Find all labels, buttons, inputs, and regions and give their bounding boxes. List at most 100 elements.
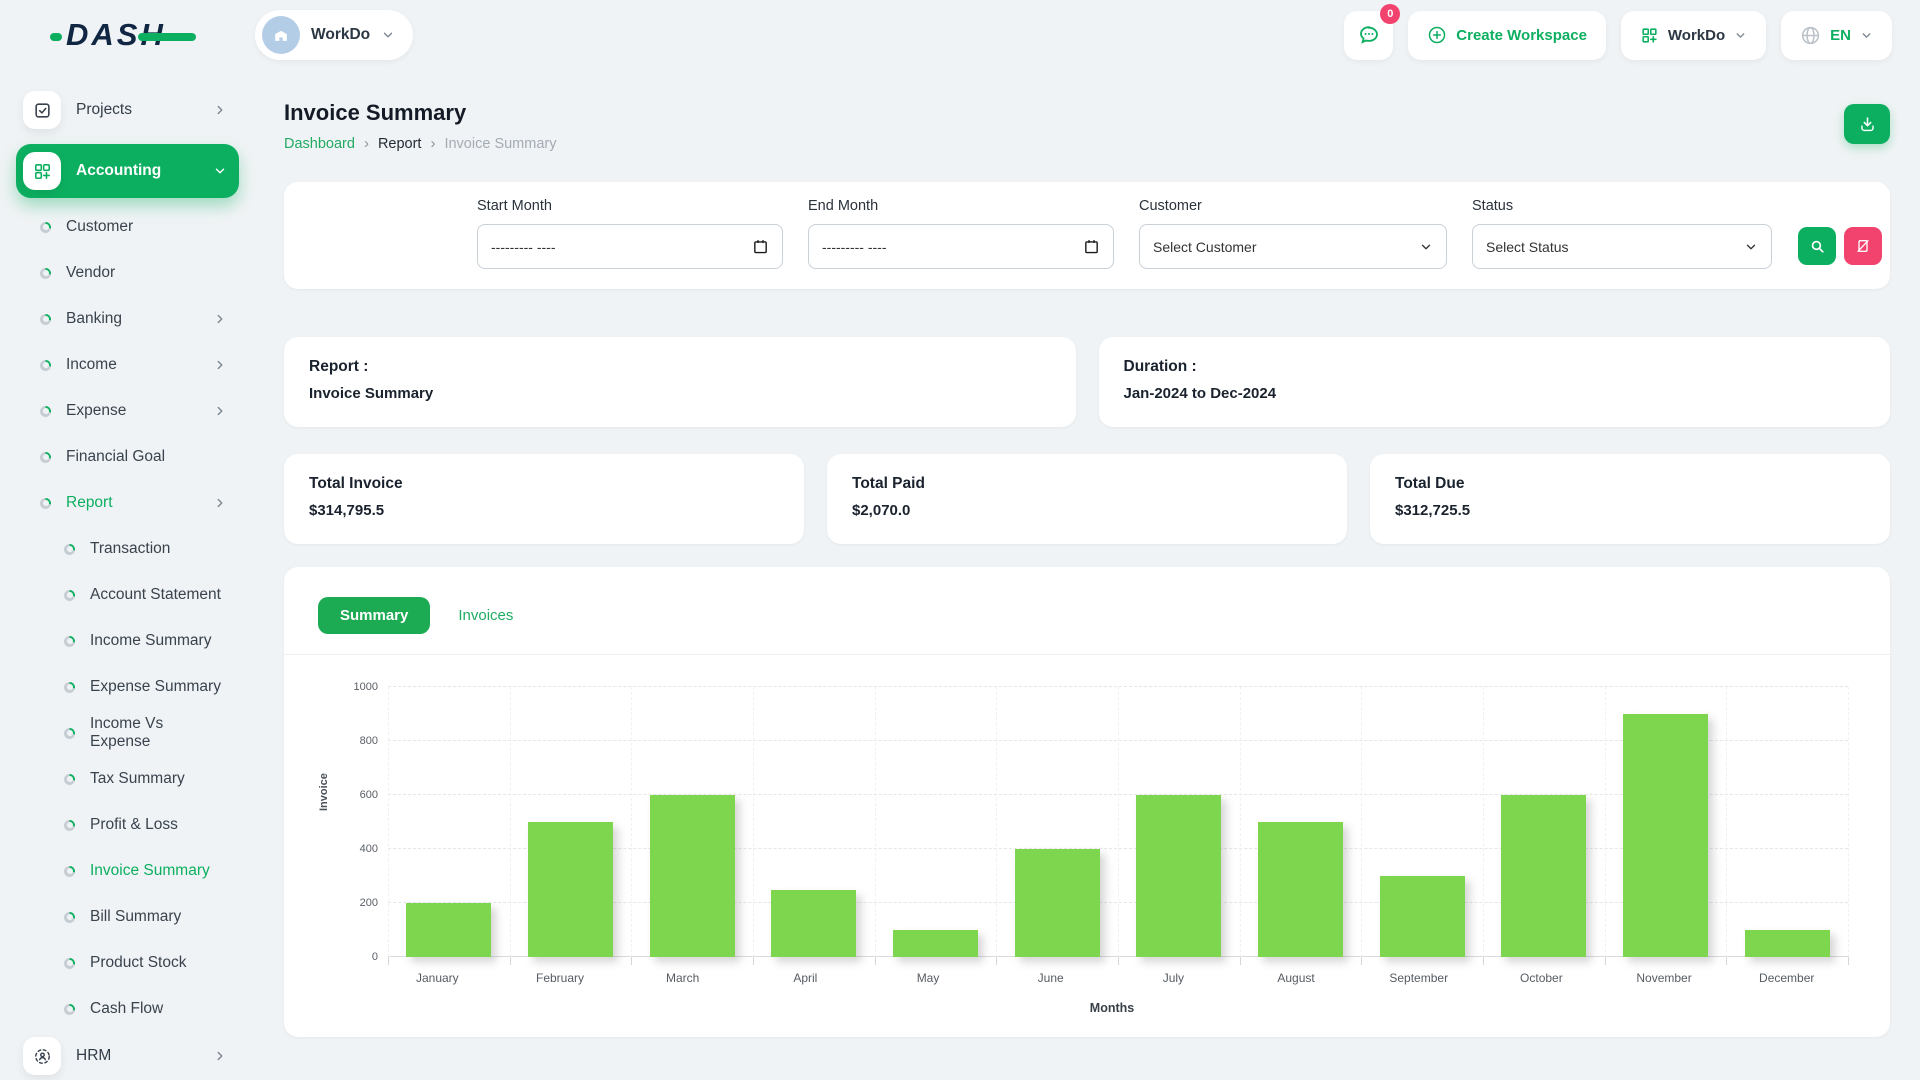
- workdo-menu-label: WorkDo: [1668, 27, 1725, 44]
- reset-filter-button[interactable]: [1844, 227, 1882, 265]
- bullet-icon: [64, 1004, 75, 1015]
- x-tick-mark: [996, 957, 997, 965]
- x-category-label: February: [499, 971, 622, 985]
- status-select[interactable]: Select Status: [1472, 224, 1772, 269]
- sidebar-item-hrm[interactable]: HRM: [16, 1032, 239, 1080]
- apply-filter-button[interactable]: [1798, 227, 1836, 265]
- messages-badge: 0: [1380, 4, 1400, 24]
- sidebar-item-accounting[interactable]: Accounting: [16, 144, 239, 198]
- sidebar-item-label: Banking: [66, 310, 122, 328]
- sidebar-item-label: Customer: [66, 218, 133, 236]
- total-card-value: $2,070.0: [852, 502, 1322, 519]
- total-card-label: Total Due: [1395, 475, 1865, 493]
- sidebar-item-bill-summary[interactable]: Bill Summary: [16, 894, 239, 940]
- sidebar-item-income[interactable]: Income: [16, 342, 239, 388]
- report-card: Report : Invoice Summary: [284, 337, 1076, 427]
- sidebar-nav[interactable]: Projects Accounting Customer Vendor Banking I…: [0, 70, 255, 1080]
- sidebar-item-banking[interactable]: Banking: [16, 296, 239, 342]
- main-content: Invoice Summary Dashboard›Report›Invoice…: [255, 70, 1920, 1080]
- workdo-menu-button[interactable]: WorkDo: [1621, 11, 1766, 60]
- sidebar-item-cash-flow[interactable]: Cash Flow: [16, 986, 239, 1032]
- x-tick-mark: [1361, 957, 1362, 965]
- start-month-field: Start Month --------- ----: [477, 198, 783, 269]
- hrm-icon: [23, 1037, 61, 1075]
- sidebar-item-projects[interactable]: Projects: [16, 86, 239, 134]
- total-card-value: $312,725.5: [1395, 502, 1865, 519]
- page-head-left: Invoice Summary Dashboard›Report›Invoice…: [284, 100, 556, 152]
- create-workspace-button[interactable]: Create Workspace: [1408, 11, 1606, 60]
- bar-may: [893, 930, 978, 957]
- customer-select[interactable]: Select Customer: [1139, 224, 1447, 269]
- x-tick-mark: [1483, 957, 1484, 965]
- sidebar-item-expense[interactable]: Expense: [16, 388, 239, 434]
- grid-icon: [1640, 26, 1659, 45]
- calendar-icon[interactable]: [752, 238, 769, 255]
- x-tick-mark: [1605, 957, 1606, 965]
- chevron-right-icon: [213, 1049, 227, 1063]
- sidebar-item-invoice-summary[interactable]: Invoice Summary: [16, 848, 239, 894]
- tab-invoices[interactable]: Invoices: [452, 597, 519, 634]
- total-card-label: Total Paid: [852, 475, 1322, 493]
- sidebar-item-product-stock[interactable]: Product Stock: [16, 940, 239, 986]
- bullet-icon: [64, 820, 75, 831]
- workspace-avatar: [262, 16, 300, 54]
- end-month-value: --------- ----: [822, 239, 887, 255]
- start-month-label: Start Month: [477, 198, 783, 214]
- bar-april: [771, 890, 856, 958]
- bar-june: [1015, 849, 1100, 957]
- sidebar-item-vendor[interactable]: Vendor: [16, 250, 239, 296]
- chart-x-categories: JanuaryFebruaryMarchAprilMayJuneJulyAugu…: [376, 971, 1848, 985]
- x-tick-mark: [1240, 957, 1241, 965]
- chevron-right-icon: [213, 358, 227, 372]
- x-category-label: September: [1357, 971, 1480, 985]
- customer-field: Customer Select Customer: [1139, 198, 1447, 269]
- sidebar-item-income-vs-expense[interactable]: Income Vs Expense: [16, 710, 239, 756]
- sidebar-item-label: Tax Summary: [90, 770, 185, 788]
- bar-slot-may: [875, 687, 997, 957]
- sidebar-item-financial-goal[interactable]: Financial Goal: [16, 434, 239, 480]
- chevron-right-icon: [213, 103, 227, 117]
- bullet-icon: [40, 222, 51, 233]
- sidebar-item-income-summary[interactable]: Income Summary: [16, 618, 239, 664]
- sidebar-item-profit-loss[interactable]: Profit & Loss: [16, 802, 239, 848]
- bar-slot-september: [1361, 687, 1483, 957]
- calendar-icon[interactable]: [1083, 238, 1100, 255]
- start-month-value: --------- ----: [491, 239, 556, 255]
- bar-january: [406, 903, 491, 957]
- x-category-label: January: [376, 971, 499, 985]
- dash-logo[interactable]: DASH: [66, 17, 166, 53]
- sidebar-item-account-statement[interactable]: Account Statement: [16, 572, 239, 618]
- sidebar-item-customer[interactable]: Customer: [16, 204, 239, 250]
- messages-button[interactable]: 0: [1344, 11, 1393, 60]
- start-month-input[interactable]: --------- ----: [477, 224, 783, 269]
- x-tick-mark: [1726, 957, 1727, 965]
- sidebar-item-report[interactable]: Report: [16, 480, 239, 526]
- breadcrumb-item[interactable]: Report: [378, 136, 422, 152]
- checkbox-icon: [23, 91, 61, 129]
- language-selector[interactable]: EN: [1781, 11, 1892, 60]
- bullet-icon: [64, 774, 75, 785]
- logo-area: DASH: [0, 17, 255, 53]
- bullet-icon: [64, 590, 75, 601]
- bullet-icon: [40, 360, 51, 371]
- workspace-selector[interactable]: WorkDo: [255, 10, 413, 60]
- bar-november: [1623, 714, 1708, 957]
- sidebar-item-expense-summary[interactable]: Expense Summary: [16, 664, 239, 710]
- end-month-input[interactable]: --------- ----: [808, 224, 1114, 269]
- breadcrumb-item[interactable]: Dashboard: [284, 136, 355, 152]
- sidebar-item-tax-summary[interactable]: Tax Summary: [16, 756, 239, 802]
- sidebar-item-transaction[interactable]: Transaction: [16, 526, 239, 572]
- status-label: Status: [1472, 198, 1772, 214]
- status-select-value: Select Status: [1486, 239, 1569, 255]
- category-icon: [23, 152, 61, 190]
- total-card-label: Total Invoice: [309, 475, 779, 493]
- chevron-down-icon: [1419, 240, 1433, 254]
- tab-summary[interactable]: Summary: [318, 597, 430, 634]
- download-button[interactable]: [1844, 104, 1890, 144]
- invoice-chart[interactable]: Invoice 02004006008001000: [318, 687, 1856, 957]
- breadcrumb-separator: ›: [364, 135, 369, 152]
- logo-text: DASH: [66, 17, 166, 52]
- chart-plot-area[interactable]: [388, 687, 1848, 957]
- y-tick-label: 1000: [330, 681, 378, 693]
- x-tick-mark: [1848, 957, 1849, 965]
